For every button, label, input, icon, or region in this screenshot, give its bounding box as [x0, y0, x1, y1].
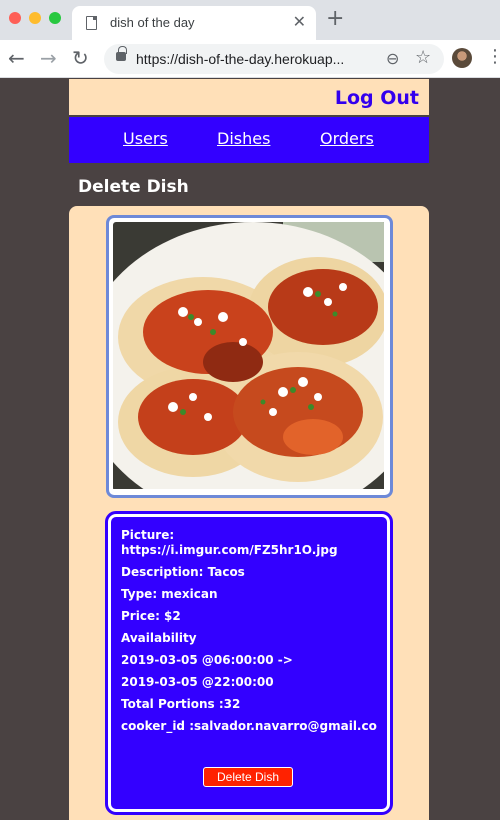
dish-photo [113, 222, 386, 491]
maximize-window-button[interactable] [49, 12, 61, 24]
page-icon [86, 16, 97, 30]
dish-photo-frame [106, 215, 393, 498]
close-window-button[interactable] [9, 12, 21, 24]
lock-icon [116, 46, 127, 61]
reload-icon[interactable]: ↻ [72, 47, 89, 69]
total-portions: Total Portions :32 [121, 697, 241, 711]
nav-link-orders[interactable]: Orders [320, 129, 374, 148]
address-bar[interactable]: https://dish-of-the-day.herokuap... ⊖ ☆ [104, 44, 444, 74]
back-arrow-icon[interactable]: ← [8, 47, 25, 69]
delete-dish-button[interactable]: Delete Dish [203, 767, 293, 787]
dish-type: Type: mexican [121, 587, 218, 601]
close-tab-icon[interactable]: ✕ [293, 12, 306, 31]
browser-tab[interactable]: dish of the day ✕ [72, 6, 316, 40]
dish-details-panel: Picture: https://i.imgur.com/FZ5hr1O.jpg… [105, 511, 393, 815]
new-tab-button[interactable]: + [326, 8, 344, 30]
picture-url: https://i.imgur.com/FZ5hr1O.jpg [121, 543, 338, 557]
dish-description: Description: Tacos [121, 565, 245, 579]
top-bar: Log Out [69, 79, 429, 115]
picture-label: Picture: [121, 528, 175, 542]
forward-arrow-icon[interactable]: → [40, 47, 57, 69]
minimize-window-button[interactable] [29, 12, 41, 24]
available-to: 2019-03-05 @22:00:00 [121, 675, 274, 689]
browser-toolbar: ← → ↻ https://dish-of-the-day.herokuap..… [0, 40, 500, 78]
logout-link[interactable]: Log Out [335, 87, 419, 109]
dish-price: Price: $2 [121, 609, 181, 623]
more-menu-icon[interactable]: ⋮ [486, 46, 500, 68]
url-text[interactable]: https://dish-of-the-day.herokuap... [136, 51, 376, 67]
availability-label: Availability [121, 631, 197, 645]
tab-title: dish of the day [110, 15, 195, 30]
zoom-icon[interactable]: ⊖ [386, 49, 399, 68]
dish-card: Picture: https://i.imgur.com/FZ5hr1O.jpg… [69, 206, 429, 820]
page-title: Delete Dish [78, 177, 189, 197]
page-container: Log Out Users Dishes Orders Delete Dish [69, 79, 429, 820]
main-nav: Users Dishes Orders [69, 117, 429, 163]
browser-tab-bar: dish of the day ✕ + [0, 0, 500, 40]
bookmark-star-icon[interactable]: ☆ [415, 47, 431, 68]
profile-avatar[interactable] [452, 48, 472, 68]
cooker-id: cooker_id :salvador.navarro@gmail.co [121, 719, 377, 733]
nav-link-dishes[interactable]: Dishes [217, 129, 270, 148]
available-from: 2019-03-05 @06:00:00 -> [121, 653, 293, 667]
nav-link-users[interactable]: Users [123, 129, 168, 148]
